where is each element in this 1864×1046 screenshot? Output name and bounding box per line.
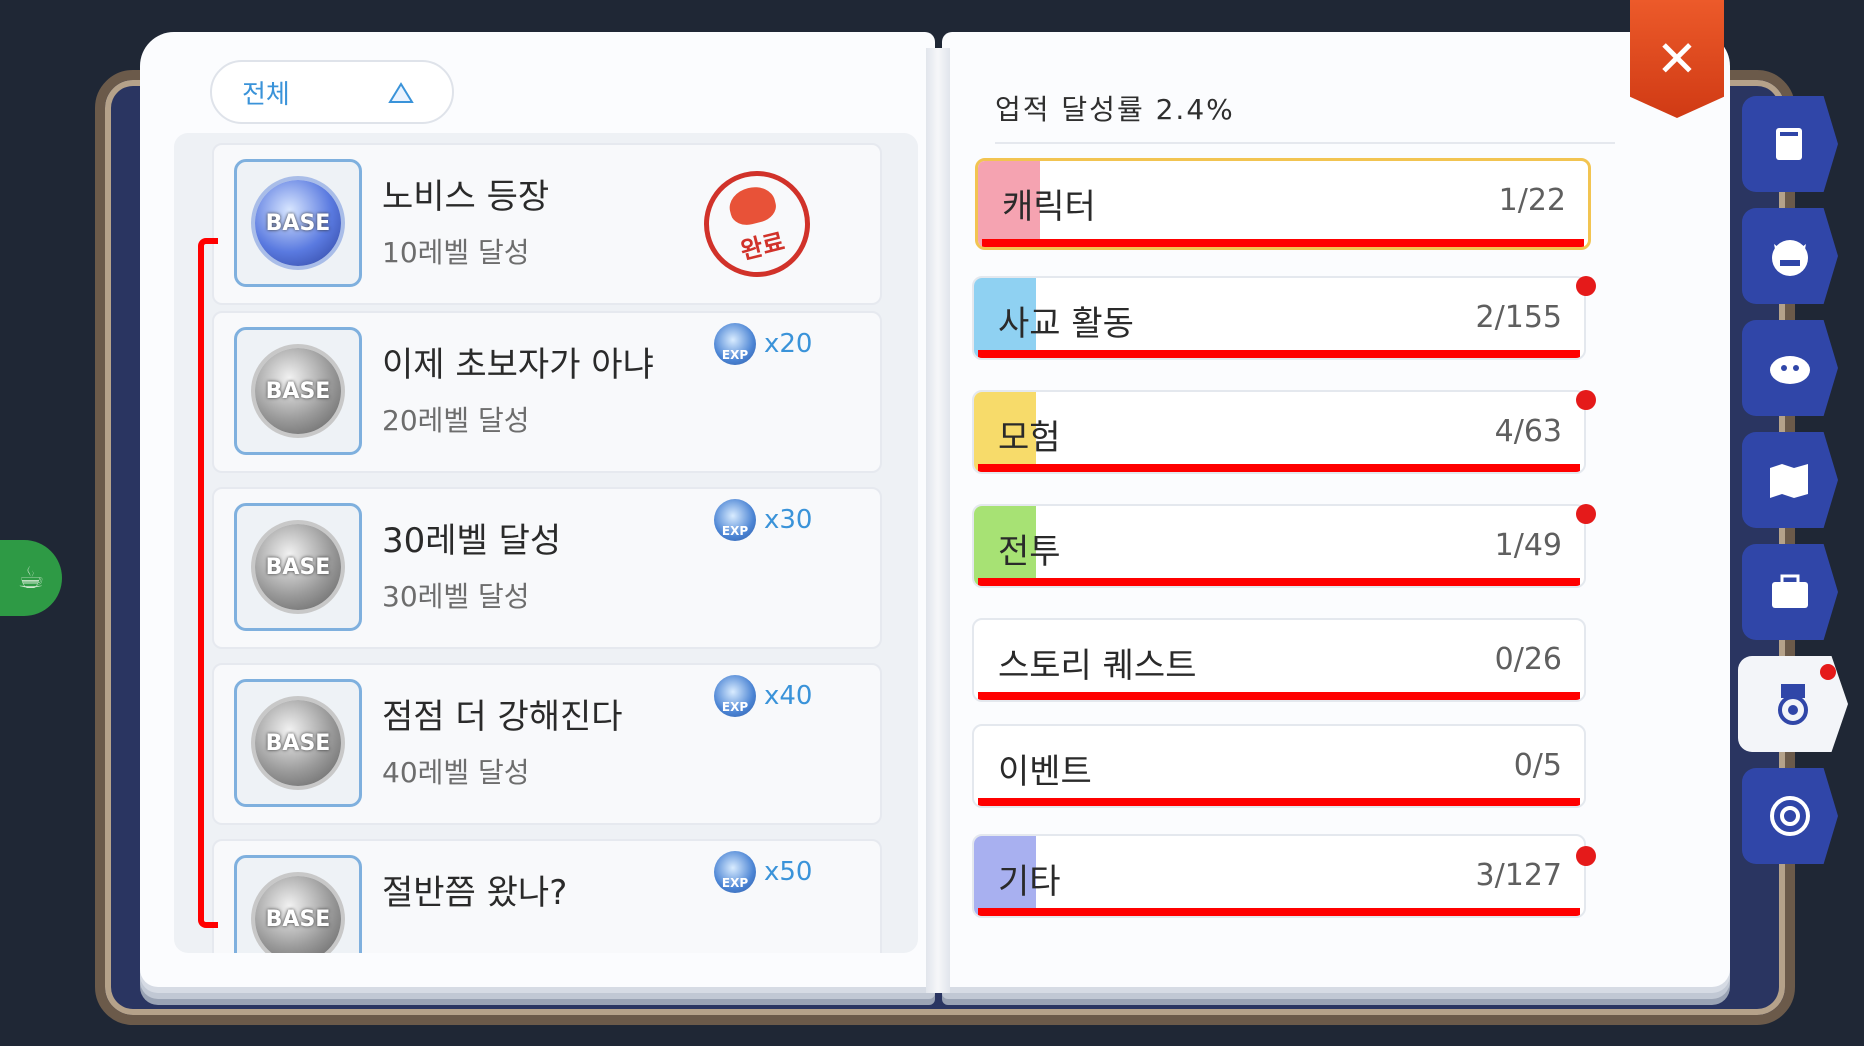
red-annotation-line	[978, 350, 1580, 358]
cat-mask-icon	[1772, 240, 1808, 276]
notification-dot	[1576, 390, 1596, 410]
category-name: 기타	[998, 862, 1061, 902]
achievement-title: 이제 초보자가 아냐	[382, 345, 654, 385]
category-story-quest[interactable]: 스토리 퀘스트 0/26	[972, 618, 1586, 702]
red-annotation-line	[982, 239, 1584, 247]
close-button[interactable]: ✕	[1630, 0, 1724, 118]
achievement-item[interactable]: BASE 점점 더 강해진다 40레벨 달성 EXP x40	[212, 663, 882, 825]
exp-icon: EXP	[714, 675, 756, 717]
category-adventure[interactable]: 모험 4/63	[972, 390, 1586, 474]
briefcase-icon	[1772, 574, 1808, 608]
category-count: 1/22	[1498, 183, 1566, 218]
tab-monster[interactable]	[1742, 320, 1838, 416]
achievement-progress: 업적 달성률 2.4%	[995, 88, 1615, 144]
achievement-reward: EXP x30	[714, 499, 812, 541]
tab-inventory[interactable]	[1742, 544, 1838, 640]
red-annotation-line	[978, 692, 1580, 700]
achievement-reward: EXP x50	[714, 851, 812, 893]
achievement-desc: 30레벨 달성	[382, 580, 530, 613]
book-icon	[1776, 128, 1802, 160]
achievement-reward: EXP x40	[714, 675, 812, 717]
achievement-badge: BASE	[234, 855, 362, 953]
category-name: 이벤트	[998, 752, 1092, 792]
achievement-list[interactable]: BASE 노비스 등장 10레벨 달성 완료 BASE 이제 초보자가 아냐 2…	[174, 133, 918, 953]
red-annotation-line	[978, 464, 1580, 472]
achievement-badge: BASE	[234, 503, 362, 631]
base-badge-icon: BASE	[255, 180, 341, 266]
achievement-desc: 20레벨 달성	[382, 404, 530, 437]
red-annotation-line	[978, 578, 1580, 586]
achievement-desc: 40레벨 달성	[382, 756, 530, 789]
achievement-badge: BASE	[234, 327, 362, 455]
red-annotation-line	[978, 798, 1580, 806]
monster-icon	[1770, 356, 1810, 384]
achievement-title: 30레벨 달성	[382, 521, 562, 561]
achievement-item[interactable]: BASE 절반쯤 왔나? EXP x50	[212, 839, 882, 953]
achievement-badge: BASE	[234, 159, 362, 287]
category-social[interactable]: 사교 활동 2/155	[972, 276, 1586, 360]
achievement-desc: 10레벨 달성	[382, 236, 530, 269]
category-character[interactable]: 캐릭터 1/22	[975, 158, 1591, 250]
stamp-label: 완료	[737, 226, 788, 265]
red-annotation-bracket	[198, 238, 218, 928]
base-badge-icon: BASE	[255, 876, 341, 953]
category-name: 전투	[998, 532, 1061, 572]
medal-icon	[1778, 684, 1808, 725]
achievement-item[interactable]: BASE 이제 초보자가 아냐 20레벨 달성 EXP x20	[212, 311, 882, 473]
target-icon	[1770, 796, 1810, 836]
triangle-up-icon	[388, 82, 414, 103]
notification-dot	[1576, 504, 1596, 524]
base-badge-icon: BASE	[255, 700, 341, 786]
tab-book[interactable]	[1742, 96, 1838, 192]
reward-amount: x30	[764, 505, 813, 535]
category-name: 모험	[998, 418, 1061, 458]
category-name: 캐릭터	[1002, 187, 1096, 227]
close-icon: ✕	[1656, 30, 1698, 88]
achievement-item[interactable]: BASE 30레벨 달성 30레벨 달성 EXP x30	[212, 487, 882, 649]
notification-dot	[1820, 664, 1836, 680]
tab-target[interactable]	[1742, 768, 1838, 864]
achievement-title: 절반쯤 왔나?	[382, 873, 568, 913]
reward-amount: x50	[764, 857, 813, 887]
category-other[interactable]: 기타 3/127	[972, 834, 1586, 918]
red-annotation-line	[978, 908, 1580, 916]
category-event[interactable]: 이벤트 0/5	[972, 724, 1586, 808]
tab-character[interactable]	[1742, 208, 1838, 304]
notification-dot	[1576, 276, 1596, 296]
exp-icon: EXP	[714, 323, 756, 365]
achievement-title: 노비스 등장	[382, 177, 550, 217]
poring-icon	[725, 182, 779, 229]
map-icon	[1770, 464, 1808, 498]
exp-icon: EXP	[714, 499, 756, 541]
category-count: 0/5	[1513, 748, 1562, 783]
reward-amount: x40	[764, 681, 813, 711]
category-name: 스토리 퀘스트	[998, 646, 1197, 686]
category-count: 0/26	[1494, 642, 1562, 677]
category-count: 2/155	[1475, 300, 1562, 335]
reward-amount: x20	[764, 329, 813, 359]
cup-icon: ☕	[17, 560, 45, 596]
category-name: 사교 활동	[998, 304, 1134, 344]
tab-map[interactable]	[1742, 432, 1838, 528]
achievement-title: 점점 더 강해진다	[382, 697, 623, 737]
achievement-item[interactable]: BASE 노비스 등장 10레벨 달성 완료	[212, 143, 882, 305]
completed-stamp: 완료	[692, 159, 822, 289]
category-count: 3/127	[1475, 858, 1562, 893]
achievement-book: 전체 BASE 노비스 등장 10레벨 달성 완료 BASE 이제 초보자가 아…	[140, 18, 1730, 993]
category-battle[interactable]: 전투 1/49	[972, 504, 1586, 588]
filter-label: 전체	[242, 79, 290, 110]
category-count: 1/49	[1494, 528, 1562, 563]
base-badge-icon: BASE	[255, 348, 341, 434]
achievement-reward: EXP x20	[714, 323, 812, 365]
book-spine	[926, 48, 950, 993]
achievement-badge: BASE	[234, 679, 362, 807]
base-badge-icon: BASE	[255, 524, 341, 610]
notification-dot	[1576, 846, 1596, 866]
category-count: 4/63	[1494, 414, 1562, 449]
side-widget-button[interactable]: ☕	[0, 540, 62, 616]
filter-dropdown[interactable]: 전체	[210, 60, 454, 124]
exp-icon: EXP	[714, 851, 756, 893]
